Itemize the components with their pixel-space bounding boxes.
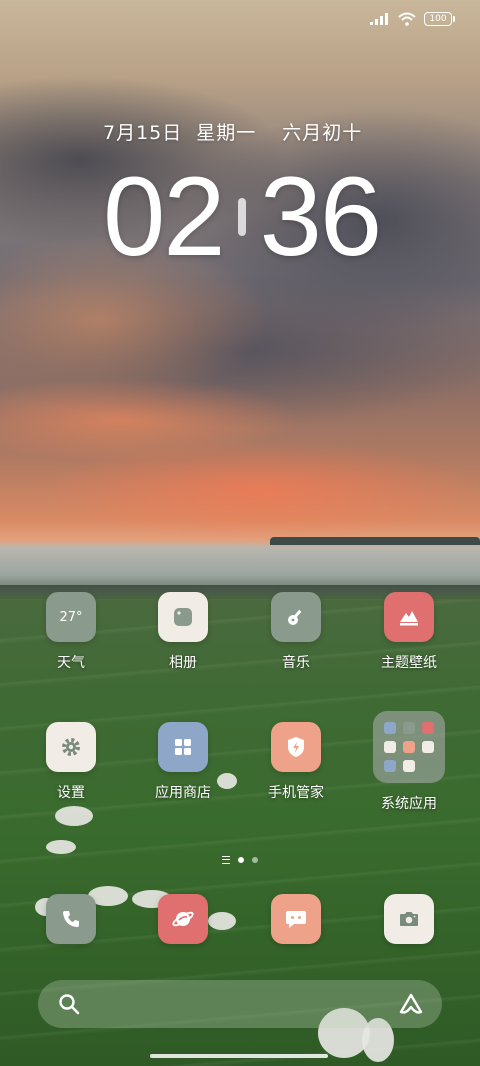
wifi-icon	[398, 12, 416, 26]
page-dot-active	[238, 857, 244, 863]
app-themes[interactable]: 主题壁纸	[354, 592, 464, 672]
gallery-icon	[158, 592, 208, 642]
minus-one-screen-icon	[222, 856, 230, 864]
mini-app-icon	[403, 760, 415, 772]
status-bar: 100	[370, 12, 455, 26]
dock-browser[interactable]	[128, 894, 238, 944]
themes-mountain-icon	[384, 592, 434, 642]
app-music[interactable]: 音乐	[241, 592, 351, 672]
app-label: 天气	[57, 655, 85, 671]
app-label: 设置	[57, 785, 85, 801]
camera-icon	[384, 894, 434, 944]
date-text: 7月15日	[103, 122, 183, 144]
clock-separator	[237, 197, 246, 236]
mini-app-icon	[384, 722, 396, 734]
mini-app-icon	[422, 722, 434, 734]
app-label: 系统应用	[381, 796, 437, 812]
phone-icon	[46, 894, 96, 944]
folder-system-apps[interactable]: 系统应用	[354, 711, 464, 813]
assistant-icon[interactable]	[398, 992, 424, 1016]
search-bar[interactable]	[38, 980, 442, 1028]
app-label: 音乐	[282, 655, 310, 671]
folder-tile	[373, 711, 445, 783]
clock-minute: 36	[259, 154, 383, 279]
messages-bubble-icon	[271, 894, 321, 944]
battery-level: 100	[429, 14, 447, 24]
weather-temperature: 27°	[59, 609, 83, 625]
app-label: 应用商店	[155, 785, 211, 801]
music-guitar-icon	[271, 592, 321, 642]
page-indicator[interactable]	[0, 856, 480, 864]
app-gallery[interactable]: 相册	[128, 592, 238, 672]
app-label: 主题壁纸	[381, 655, 437, 671]
wallpaper-sheep	[46, 840, 76, 854]
mini-app-icon	[422, 741, 434, 753]
app-security[interactable]: 手机管家	[241, 722, 351, 802]
dock-messages[interactable]	[241, 894, 351, 944]
security-shield-icon	[271, 722, 321, 772]
mini-app-icon	[384, 741, 396, 753]
app-store-grid-icon	[158, 722, 208, 772]
clock-widget[interactable]: 02 36	[103, 152, 383, 281]
app-settings[interactable]: 设置	[16, 722, 126, 802]
home-indicator[interactable]	[150, 1054, 328, 1058]
clock-hour: 02	[103, 154, 226, 279]
lunar-date-text: 六月初十	[282, 122, 363, 144]
dock-camera[interactable]	[354, 894, 464, 944]
wallpaper-sheep	[55, 806, 93, 826]
date-widget[interactable]: 7月15日 星期一 六月初十	[103, 118, 362, 145]
dock-phone[interactable]	[16, 894, 126, 944]
battery-icon: 100	[424, 12, 455, 26]
mini-app-icon	[403, 741, 415, 753]
weekday-text: 星期一	[196, 122, 257, 144]
mini-app-icon	[384, 760, 396, 772]
app-label: 手机管家	[268, 785, 324, 801]
app-label: 相册	[169, 655, 197, 671]
mini-app-icon	[403, 722, 415, 734]
signal-bars-icon	[370, 13, 388, 25]
app-store[interactable]: 应用商店	[128, 722, 238, 802]
page-dot	[252, 857, 258, 863]
weather-tile: 27°	[46, 592, 96, 642]
settings-gear-icon	[46, 722, 96, 772]
wallpaper-island	[270, 537, 480, 545]
search-icon	[59, 994, 80, 1015]
browser-planet-icon	[158, 894, 208, 944]
app-weather[interactable]: 27° 天气	[16, 592, 126, 672]
